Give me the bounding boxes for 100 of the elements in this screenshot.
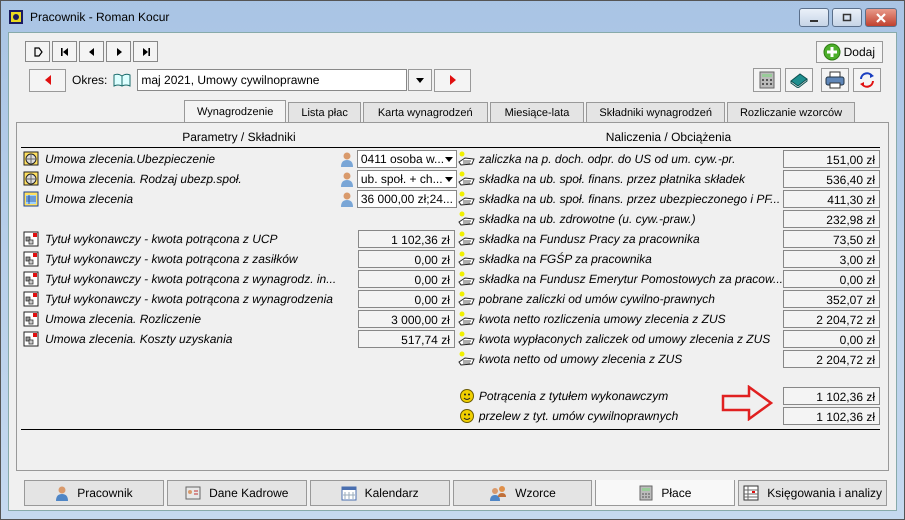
bottom-tab[interactable]: Dane Kadrowe (166, 480, 307, 506)
component-icon (23, 331, 39, 347)
parameter-label: Tytuł wykonawczy - kwota potrącona z zasiłków (45, 252, 299, 266)
book-button[interactable] (785, 68, 813, 92)
left-arrow-icon (44, 75, 52, 85)
charge-label: pobrane zaliczki od umów cywilno-prawnych (478, 292, 716, 306)
amount-field: 3,00 zł (783, 250, 880, 268)
tab[interactable]: Składniki wynagrodzeń (586, 102, 725, 122)
caret-icon (444, 176, 453, 182)
hand-icon (456, 231, 477, 247)
tab[interactable]: Miesiące-lata (490, 102, 584, 122)
minimize-icon (810, 20, 818, 22)
person-icon (340, 191, 354, 207)
printer-icon (825, 71, 845, 89)
table-icon (23, 191, 39, 207)
previous-period-button[interactable] (29, 68, 66, 92)
charge-label: kwota netto od umowy zlecenia z ZUS (478, 352, 684, 366)
amount-field: 0,00 zł (783, 330, 880, 348)
charge-label: kwota netto rozliczenia umowy zlecenia z ZUS (478, 312, 727, 326)
add-button[interactable]: Dodaj (816, 41, 883, 63)
person-icon (55, 485, 70, 501)
new-record-icon (32, 46, 44, 58)
charge-label: składka na FGŚP za pracownika (478, 252, 653, 266)
amount-field: 2 204,72 zł (783, 310, 880, 328)
hand-icon (456, 191, 477, 207)
charge-label: składka na ub. społ. finans. przez ubezpieczonego i PF... (478, 192, 782, 206)
parameter-label: Umowa zlecenia. Rodzaj ubezp.społ. (45, 172, 243, 186)
parameter-label: Umowa zlecenia.Ubezpieczenie (45, 152, 216, 166)
charge-label: składka na ub. zdrowotne (u. cyw.-praw.) (478, 212, 697, 226)
calculator-button[interactable] (753, 68, 781, 92)
amount-field: 0,00 zł (358, 250, 455, 268)
period-label: Okres: (72, 73, 108, 87)
bottom-tab[interactable]: Księgowania i analizy (738, 480, 888, 506)
hand-icon (456, 171, 477, 187)
dropdown-button[interactable] (408, 69, 432, 91)
parameter-label: Tytuł wykonawczy - kwota potrącona z UCP (45, 232, 279, 246)
amount-field: 1 102,36 zł (783, 387, 880, 405)
caret-icon (416, 78, 424, 82)
close-icon (876, 12, 886, 22)
hand-icon (456, 331, 477, 347)
new-record-button[interactable] (25, 41, 50, 62)
tab[interactable]: Wynagrodzenie (184, 100, 286, 122)
tab[interactable]: Rozliczanie wzorców (726, 102, 856, 122)
total-label: przelew z tyt. umów cywilnoprawnych (478, 409, 680, 423)
bottom-tab[interactable]: Kalendarz (310, 480, 450, 506)
close-button[interactable] (865, 8, 897, 27)
caret-icon (444, 156, 453, 162)
refresh-button[interactable] (853, 68, 881, 92)
column-header: Parametry / Składniki (181, 129, 297, 145)
amount-field: 0,00 zł (783, 270, 880, 288)
next-record-button[interactable] (106, 41, 131, 62)
first-record-button[interactable] (52, 41, 77, 62)
arrow-icon (721, 385, 773, 421)
calculator-icon (639, 484, 654, 500)
total-label: Potrącenia z tytułem wykonawczym (478, 389, 670, 403)
hand-icon (456, 151, 477, 167)
maximize-button[interactable] (832, 8, 862, 27)
charge-label: składka na Fundusz Pracy za pracownika (478, 232, 701, 246)
parameter-label: Tytuł wykonawczy - kwota potrącona z wynagrodz. in... (45, 272, 338, 286)
charge-label: zaliczka na p. doch. odpr. do US od um. cyw.-pr. (478, 152, 736, 166)
people-icon (489, 485, 508, 501)
parameter-label: Umowa zlecenia (45, 192, 134, 206)
bottom-tab[interactable]: Wzorce (452, 480, 592, 506)
hand-icon (456, 351, 477, 367)
amount-field: 517,74 zł (358, 330, 455, 348)
amount-field: 536,40 zł (783, 170, 880, 188)
bottom-tab[interactable]: Płace (595, 480, 736, 506)
minimize-button[interactable] (799, 8, 829, 27)
component-icon (23, 311, 39, 327)
amount-field: 0,00 zł (358, 270, 455, 288)
period-field[interactable]: maj 2021, Umowy cywilnoprawne (137, 69, 408, 91)
amount-field: 0,00 zł (358, 290, 455, 308)
print-button[interactable] (821, 68, 849, 92)
hand-icon (456, 311, 477, 327)
book-icon (789, 72, 809, 88)
amount-field: 352,07 zł (783, 290, 880, 308)
charge-label: kwota wypłaconych zaliczek od umowy zlecenia z ZUS (478, 332, 772, 346)
component-icon (23, 291, 39, 307)
amount-field: 73,50 zł (783, 230, 880, 248)
table-icon (743, 485, 760, 501)
window-title: Pracownik - Roman Kocur (30, 10, 170, 24)
next-period-button[interactable] (434, 68, 472, 92)
column-header: Naliczenia / Obciążenia (604, 129, 732, 145)
component-icon (23, 251, 39, 267)
amount-field: 3 000,00 zł (358, 310, 455, 328)
hand-icon (456, 251, 477, 267)
component-icon (23, 271, 39, 287)
tab[interactable]: Lista płac (288, 102, 361, 122)
tab[interactable]: Karta wynagrodzeń (362, 102, 488, 122)
app-icon (8, 8, 24, 24)
charge-label: składka na ub. społ. finans. przez płatnika składek (478, 172, 746, 186)
calendar-icon (340, 485, 357, 501)
person-icon (340, 151, 354, 167)
hand-icon (456, 271, 477, 287)
bottom-tab[interactable]: Pracownik (24, 480, 164, 506)
hand-icon (456, 291, 477, 307)
last-record-button[interactable] (133, 41, 158, 62)
globe-document-icon (23, 151, 39, 167)
parameter-label: Umowa zlecenia. Koszty uzyskania (45, 332, 234, 346)
previous-record-button[interactable] (79, 41, 104, 62)
